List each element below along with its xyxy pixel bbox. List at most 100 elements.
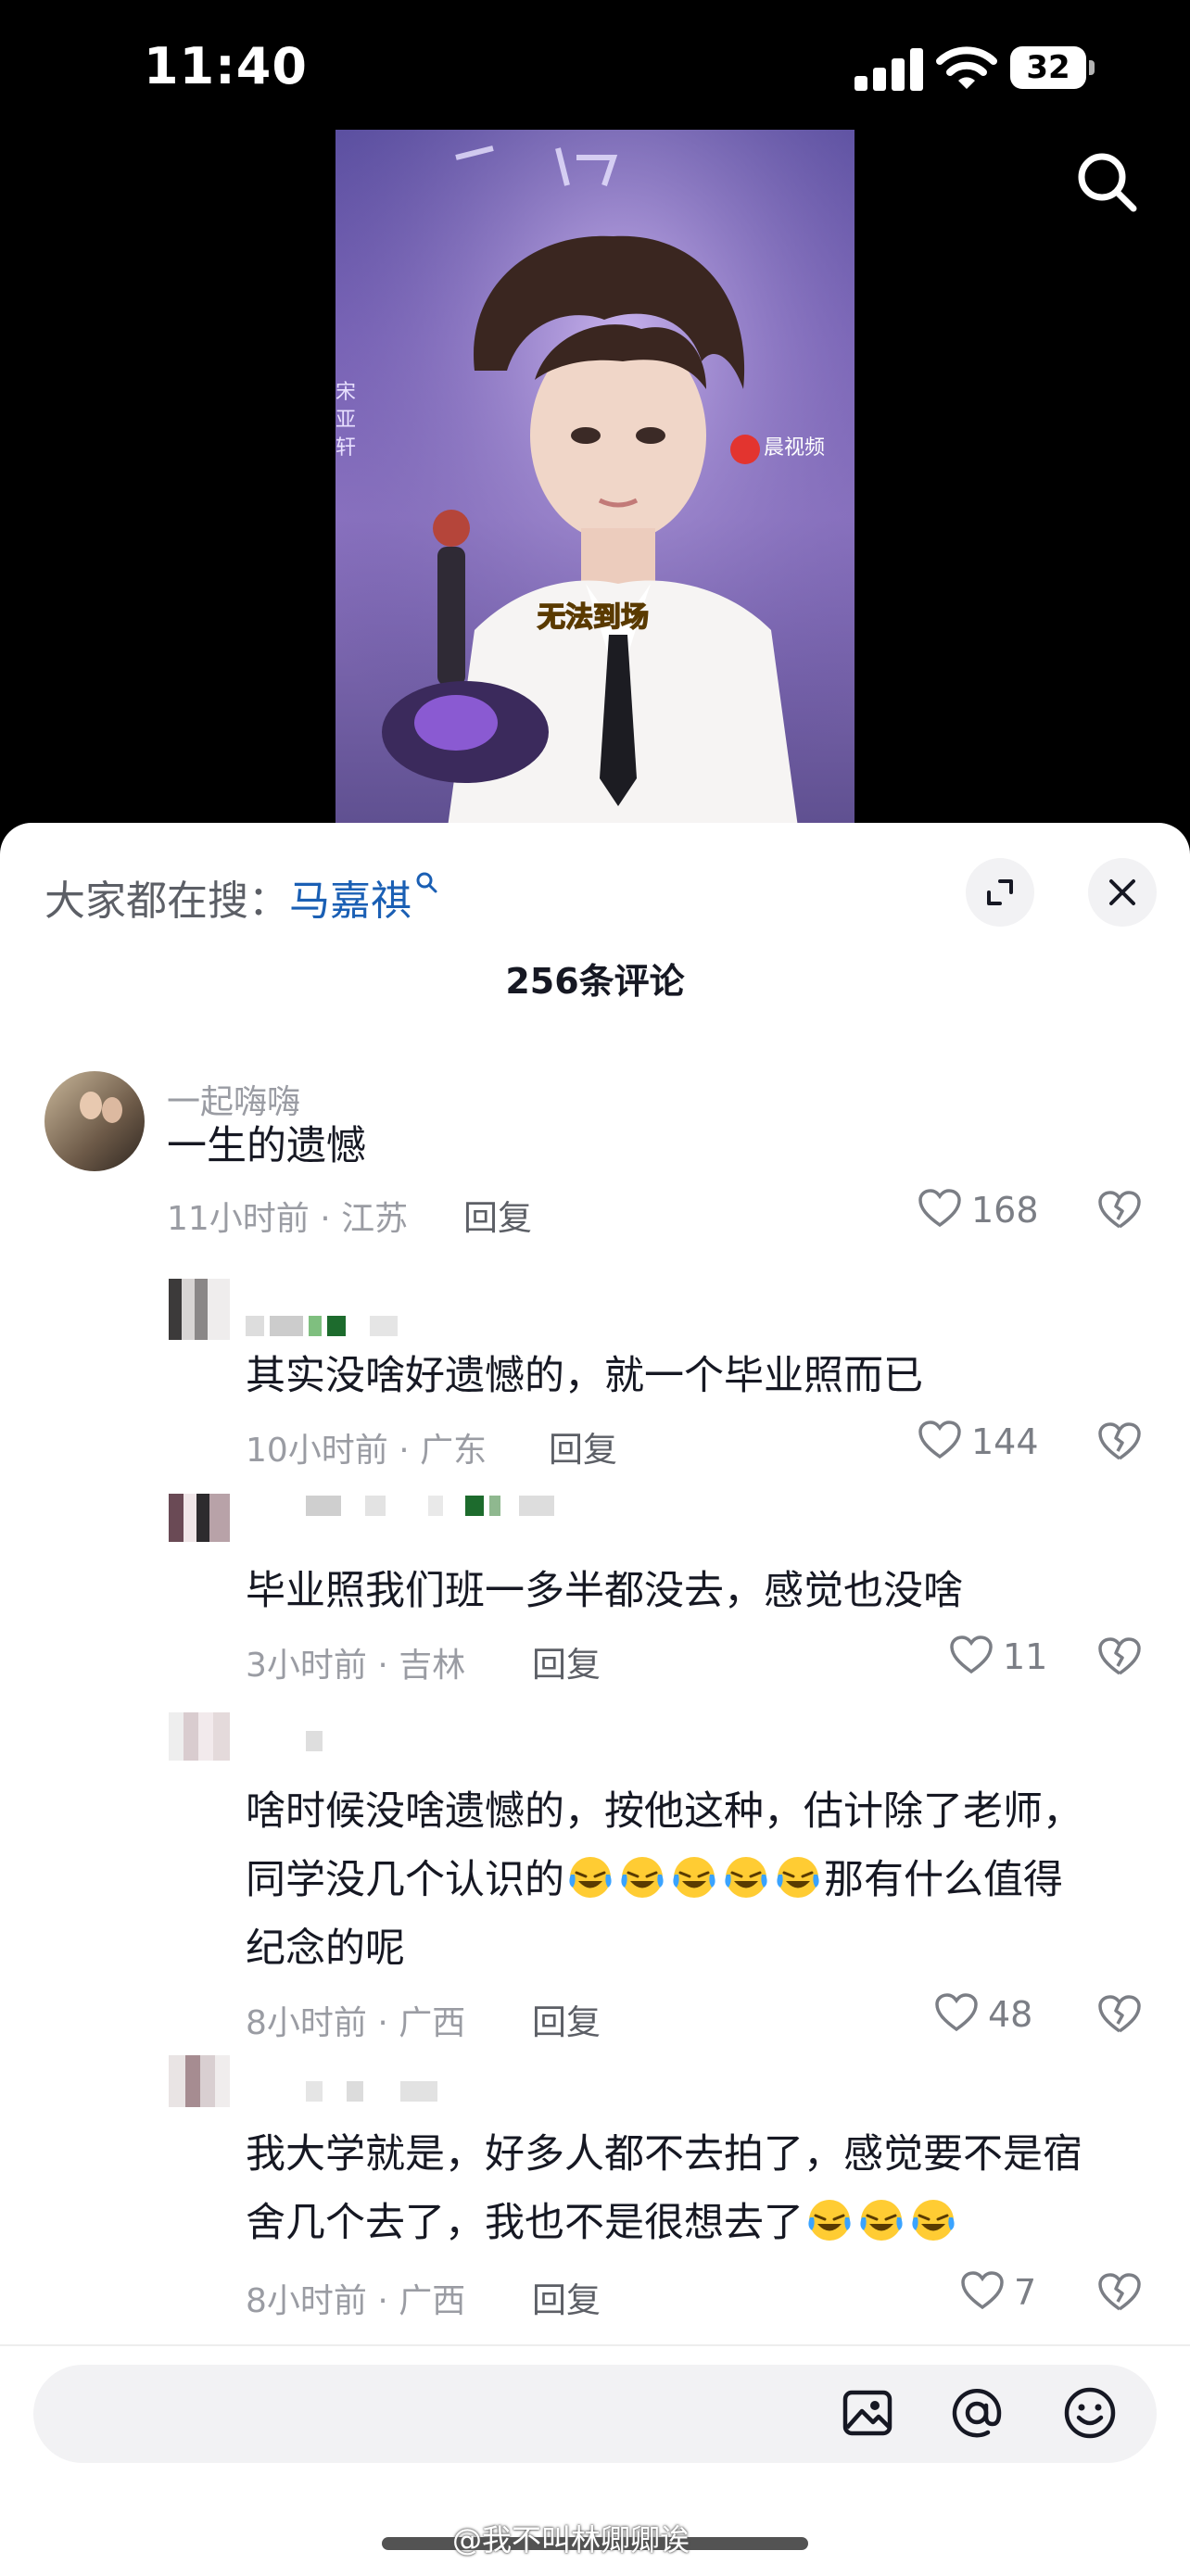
trending-search[interactable]: 大家都在搜：马嘉祺	[44, 867, 439, 927]
comment-text-segment: 那有什么值得	[824, 1857, 1063, 1903]
comment-username-blurred[interactable]	[306, 1731, 328, 1751]
meta-separator: ·	[366, 2004, 399, 2042]
comment-time: 10小时前	[246, 1432, 388, 1470]
laughing-crying-emoji	[912, 2200, 955, 2241]
search-icon[interactable]	[1075, 150, 1140, 215]
laughing-crying-emoji	[860, 2200, 903, 2241]
comment-meta: 3小时前 · 吉林	[246, 1638, 465, 1686]
comment-text-segment: 同学没几个认识的	[246, 1857, 564, 1903]
reply-item: 其实没啥好遗憾的，就一个毕业照而已 10小时前 · 广东 回复 144	[0, 1271, 1190, 1470]
laughing-crying-emoji	[777, 1857, 819, 1898]
comment-meta: 11小时前 · 江苏	[167, 1192, 408, 1240]
expand-icon	[987, 879, 1013, 905]
laughing-crying-emoji	[725, 1857, 767, 1898]
comment-location: 吉林	[399, 1647, 466, 1685]
trending-keyword[interactable]: 马嘉祺	[289, 878, 411, 925]
comment-location: 江苏	[341, 1200, 409, 1238]
comment-input-bar: @我不叫林卿卿诶	[0, 2344, 1190, 2576]
like-button[interactable]: 11	[949, 1635, 1047, 1683]
heart-icon	[935, 1993, 978, 2032]
meta-separator: ·	[309, 1200, 342, 1238]
comment-text: 毕业照我们班一多半都没去，感觉也没啥	[246, 1568, 963, 1614]
broken-heart-icon[interactable]	[1097, 1188, 1142, 1232]
image-icon[interactable]	[840, 2385, 895, 2441]
meta-separator: ·	[366, 1647, 399, 1685]
comment-text-segment: 舍几个去了，我也不是很想去了	[246, 2200, 804, 2246]
like-button[interactable]: 144	[918, 1421, 1039, 1468]
broken-heart-icon[interactable]	[1097, 1420, 1142, 1464]
close-button[interactable]	[1088, 858, 1157, 927]
avatar[interactable]	[169, 1494, 230, 1542]
reply-button[interactable]: 回复	[549, 1421, 617, 1471]
comment-meta: 10小时前 · 广东	[246, 1423, 487, 1471]
meta-separator: ·	[387, 1432, 421, 1470]
wifi-icon	[936, 46, 997, 89]
reply-button[interactable]: 回复	[463, 1190, 532, 1240]
avatar-face	[102, 1097, 122, 1123]
avatar-face	[80, 1092, 102, 1119]
like-count: 11	[1003, 1636, 1048, 1677]
heart-icon	[918, 1421, 961, 1459]
comment-text-line: 纪念的呢	[246, 1926, 405, 1972]
like-count: 144	[971, 1421, 1039, 1462]
comment-text-line: 啥时候没啥遗憾的，按他这种，估计除了老师，	[246, 1788, 1082, 1835]
watermark: @我不叫林卿卿诶	[452, 2522, 690, 2557]
comment-item: 一起嗨嗨 一生的遗憾 11小时前 · 江苏 回复 168	[0, 1071, 1190, 1256]
reply-button[interactable]: 回复	[532, 1994, 601, 2044]
heart-icon	[950, 1635, 993, 1674]
channel-logo-text: 晨视频	[764, 436, 825, 460]
heart-icon	[961, 2271, 1004, 2310]
cellular-signal-icon	[855, 48, 923, 91]
comment-username-blurred[interactable]	[246, 1316, 403, 1336]
comment-text: 一生的遗憾	[167, 1123, 366, 1169]
status-time: 11:40	[144, 37, 308, 95]
video-player[interactable]: 晨视频 无法到场 宋 亚 轩	[0, 130, 1190, 834]
comment-username-blurred[interactable]	[306, 1496, 560, 1516]
like-button[interactable]: 168	[918, 1189, 1039, 1236]
like-count: 48	[988, 1994, 1033, 2035]
comment-text-line: 舍几个去了，我也不是很想去了	[246, 2189, 959, 2257]
broken-heart-icon[interactable]	[1097, 2270, 1142, 2315]
trending-prefix: 大家都在搜：	[44, 878, 289, 925]
battery-indicator: 32	[1010, 46, 1095, 89]
video-caption: 无法到场	[538, 601, 649, 634]
video-frame-illustration: 晨视频 无法到场 宋 亚 轩	[335, 130, 855, 834]
expand-button[interactable]	[966, 858, 1034, 927]
side-text: 轩	[335, 436, 356, 460]
avatar[interactable]	[169, 2055, 230, 2107]
reply-item: 毕业照我们班一多半都没去，感觉也没啥 3小时前 · 吉林 回复 11	[0, 1486, 1190, 1685]
keyword-search-icon	[416, 872, 437, 893]
comments-sheet: 大家都在搜：马嘉祺 256条评论 一起嗨嗨 一生的遗憾 11小时前 · 江苏 回…	[0, 823, 1190, 2574]
comment-time: 8小时前	[246, 2282, 367, 2320]
like-button[interactable]: 48	[934, 1993, 1045, 2040]
comment-meta: 8小时前 · 广西	[246, 2274, 465, 2322]
status-bar: 11:40 32	[0, 0, 1190, 130]
comment-username-blurred[interactable]	[306, 2081, 443, 2102]
like-count: 168	[971, 1190, 1039, 1231]
heart-icon	[918, 1189, 961, 1228]
meta-separator: ·	[366, 2282, 399, 2320]
side-text: 亚	[335, 409, 356, 432]
avatar[interactable]	[169, 1279, 230, 1340]
reply-item: 我大学就是，好多人都不去拍了，感觉要不是宿 舍几个去了，我也不是很想去了 8小时…	[0, 2055, 1190, 2342]
comment-text-line: 同学没几个认识的 那有什么值得	[246, 1846, 1063, 1914]
like-count: 7	[1014, 2272, 1037, 2313]
laughing-crying-emoji	[808, 2200, 851, 2241]
broken-heart-icon[interactable]	[1097, 1992, 1142, 2037]
battery-level: 32	[1010, 46, 1086, 89]
avatar[interactable]	[169, 1712, 230, 1761]
comment-time: 3小时前	[246, 1647, 367, 1685]
laughing-crying-emoji	[569, 1857, 612, 1898]
side-text: 宋	[335, 381, 356, 404]
reply-button[interactable]: 回复	[532, 1636, 601, 1686]
video-thumbnail[interactable]: 晨视频 无法到场 宋 亚 轩	[335, 130, 855, 834]
comment-time: 8小时前	[246, 2004, 367, 2042]
at-icon[interactable]	[949, 2385, 1005, 2441]
like-button[interactable]: 7	[960, 2271, 1044, 2318]
laughing-crying-emoji	[621, 1857, 664, 1898]
emoji-icon[interactable]	[1062, 2385, 1118, 2441]
comment-count: 256条评论	[505, 961, 685, 1002]
broken-heart-icon[interactable]	[1097, 1635, 1142, 1679]
avatar[interactable]	[44, 1071, 145, 1171]
reply-button[interactable]: 回复	[532, 2272, 601, 2322]
